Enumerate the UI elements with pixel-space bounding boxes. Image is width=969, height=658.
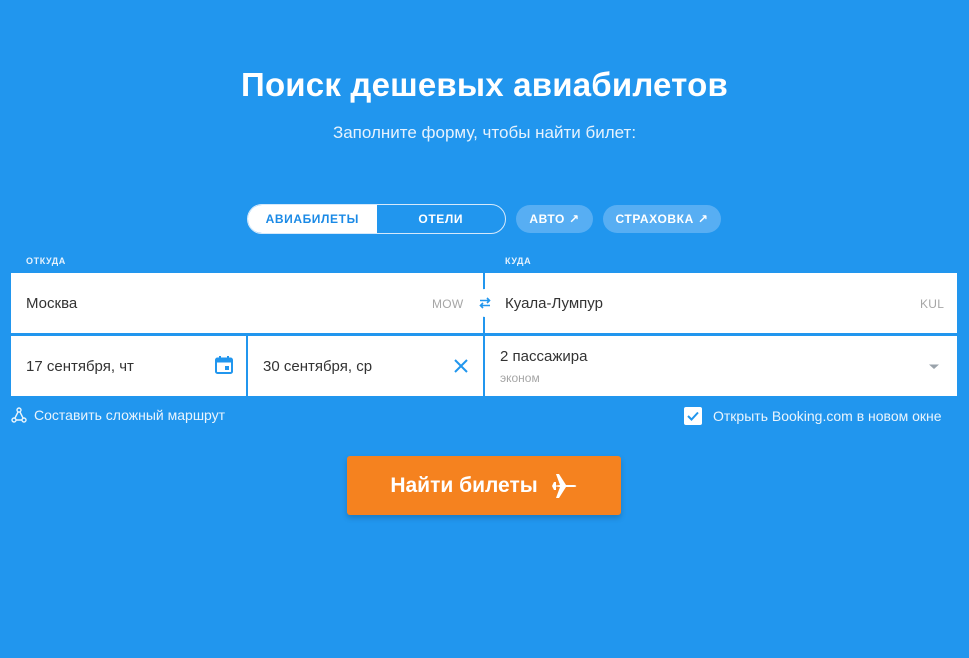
tab-flights[interactable]: АВИАБИЛЕТЫ	[248, 205, 377, 233]
swap-arrows-icon	[479, 297, 491, 309]
depart-date-input[interactable]: 17 сентября, чт	[11, 336, 246, 396]
external-arrow-icon: ↗	[697, 212, 709, 226]
booking-checkbox-label: Открыть Booking.com в новом окне	[713, 408, 942, 424]
calendar-icon[interactable]	[214, 355, 234, 375]
search-form: Москва MOW Куала-Лумпур KUL 17 сентября,…	[11, 273, 957, 396]
return-date-input[interactable]: 30 сентября, ср	[248, 336, 483, 396]
auto-link-label: АВТО	[529, 212, 565, 226]
origin-input[interactable]: Москва MOW	[11, 273, 483, 333]
booking-checkbox-row[interactable]: Открыть Booking.com в новом окне	[684, 407, 942, 425]
airplane-icon	[550, 471, 578, 501]
chevron-down-icon	[929, 364, 939, 369]
from-field-label: ОТКУДА	[26, 256, 66, 266]
origin-city: Москва	[26, 295, 78, 312]
insurance-link-label: СТРАХОВКА	[615, 212, 694, 226]
route-icon	[11, 407, 27, 423]
destination-iata: KUL	[920, 297, 945, 311]
external-arrow-icon: ↗	[568, 212, 580, 226]
cabin-class: эконом	[500, 371, 540, 385]
swap-button[interactable]	[471, 289, 499, 317]
destination-city: Куала-Лумпур	[505, 295, 603, 312]
page-subtitle: Заполните форму, чтобы найти билет:	[332, 123, 637, 142]
search-tickets-button[interactable]: Найти билеты	[347, 456, 621, 515]
complex-route-label: Составить сложный маршрут	[34, 407, 226, 423]
to-field-label: КУДА	[505, 256, 532, 266]
complex-route-link[interactable]: Составить сложный маршрут	[11, 407, 225, 423]
insurance-link-button[interactable]: СТРАХОВКА ↗	[603, 205, 721, 233]
passengers-select[interactable]: 2 пассажира эконом	[485, 336, 957, 396]
close-icon[interactable]	[453, 358, 469, 374]
search-type-tabs: АВИАБИЛЕТЫ ОТЕЛИ	[247, 204, 506, 234]
checkmark-icon	[687, 411, 699, 421]
search-button-label: Найти билеты	[390, 473, 538, 497]
destination-input[interactable]: Куала-Лумпур KUL	[485, 273, 957, 333]
auto-link-button[interactable]: АВТО ↗	[516, 205, 593, 233]
tab-hotels[interactable]: ОТЕЛИ	[377, 205, 506, 233]
return-date-value: 30 сентября, ср	[263, 358, 373, 375]
origin-iata: MOW	[432, 297, 464, 311]
passengers-count: 2 пассажира	[500, 348, 588, 365]
booking-checkbox[interactable]	[684, 407, 702, 425]
page-title: Поиск дешевых авиабилетов	[241, 66, 728, 103]
depart-date-value: 17 сентября, чт	[26, 358, 134, 375]
